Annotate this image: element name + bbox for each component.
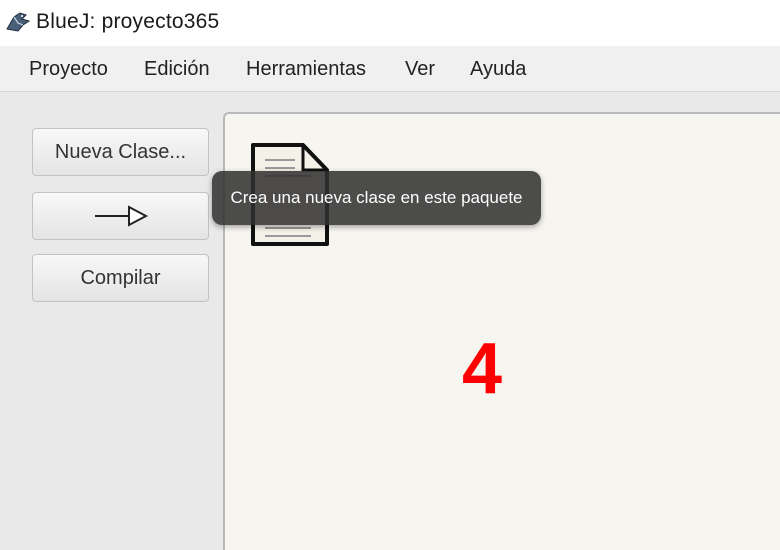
window-title: BlueJ: proyecto365: [36, 10, 220, 33]
compile-button[interactable]: Compilar: [32, 254, 209, 302]
menu-edicion[interactable]: Edición: [144, 58, 210, 81]
new-class-button[interactable]: Nueva Clase...: [32, 128, 209, 176]
compile-label: Compilar: [80, 266, 161, 289]
menu-bar: Proyecto Edición Herramientas Ver Ayuda: [0, 46, 780, 92]
tooltip-text: Crea una nueva clase en este paquete: [230, 188, 523, 207]
new-class-label: Nueva Clase...: [54, 140, 187, 163]
menu-ver[interactable]: Ver: [405, 58, 435, 81]
step-number-overlay: 4: [462, 329, 503, 409]
menu-herramientas[interactable]: Herramientas: [246, 58, 366, 81]
main-area: Nueva Clase... Compilar: [0, 92, 780, 550]
inheritance-arrow-icon: [94, 205, 148, 227]
inheritance-arrow-button[interactable]: [32, 192, 209, 240]
menu-proyecto[interactable]: Proyecto: [29, 58, 108, 81]
bluej-window: BlueJ: proyecto365 Proyecto Edición Herr…: [0, 0, 780, 550]
title-bar: BlueJ: proyecto365: [0, 0, 780, 46]
tooltip: Crea una nueva clase en este paquete: [212, 171, 541, 225]
bluej-bird-icon: [6, 12, 31, 32]
menu-ayuda[interactable]: Ayuda: [470, 58, 526, 81]
